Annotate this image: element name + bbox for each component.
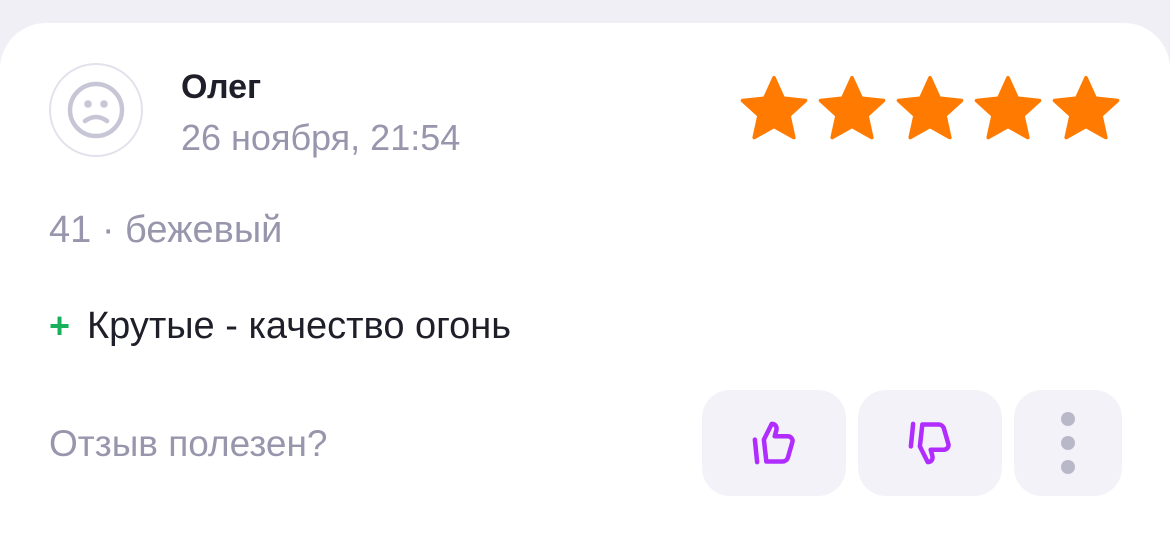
star-icon xyxy=(974,76,1042,140)
star-icon xyxy=(740,76,808,140)
thumbs-up-icon xyxy=(752,421,795,465)
review-card: Олег 26 ноября, 21:54 41 · бежевый + Кру… xyxy=(0,23,1170,543)
avatar xyxy=(49,63,143,157)
star-rating xyxy=(738,73,1122,145)
sad-face-icon xyxy=(67,81,125,139)
star-icon xyxy=(818,76,886,140)
helpful-question: Отзыв полезен? xyxy=(49,423,328,464)
more-options-button[interactable] xyxy=(1014,390,1122,496)
pros-plus-marker: + xyxy=(49,305,71,346)
star-icon xyxy=(1052,76,1120,140)
pros-text: Крутые - качество огонь xyxy=(87,305,512,347)
thumbs-down-icon xyxy=(908,421,951,465)
dislike-button[interactable] xyxy=(858,390,1002,496)
product-variant: 41 · бежевый xyxy=(49,209,283,251)
author-name: Олег xyxy=(181,68,262,106)
more-vertical-icon xyxy=(1061,412,1075,474)
star-icon xyxy=(896,76,964,140)
pros-line: + Крутые - качество огонь xyxy=(49,304,511,348)
like-button[interactable] xyxy=(702,390,846,496)
review-date: 26 ноября, 21:54 xyxy=(181,117,461,158)
